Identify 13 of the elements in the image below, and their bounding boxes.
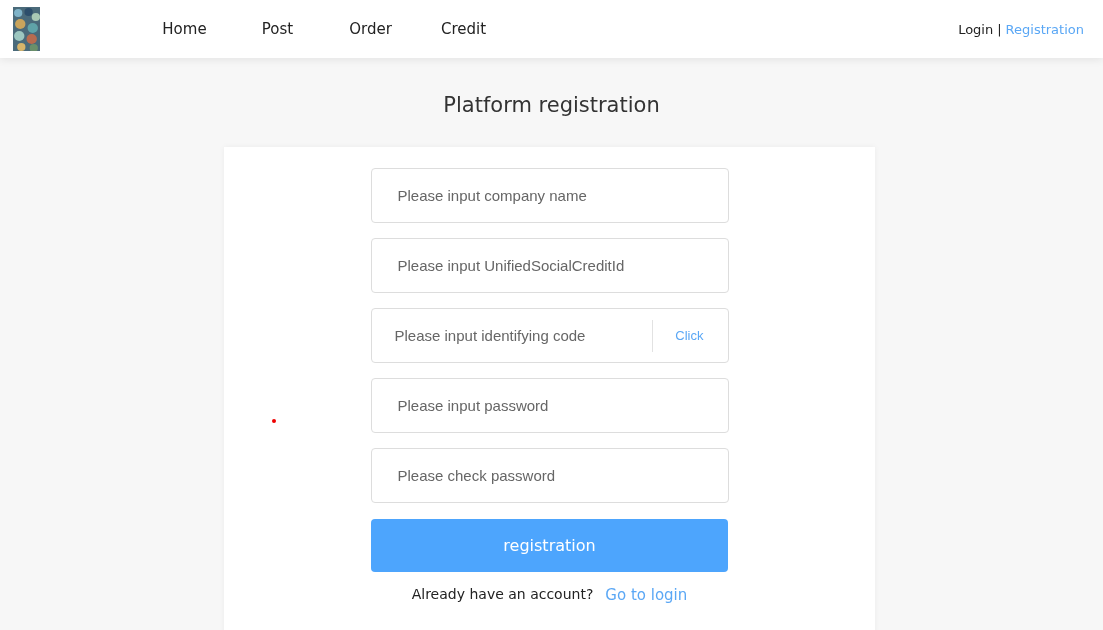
password-field[interactable]: Please input password xyxy=(370,378,729,433)
separator: | xyxy=(997,21,1002,37)
input-field[interactable]: Please input company name xyxy=(370,168,729,223)
dot-mark xyxy=(272,419,276,423)
nav-link[interactable]: Post xyxy=(231,20,324,38)
nav-link[interactable]: Credit xyxy=(417,20,510,38)
auth-link[interactable]: Login xyxy=(958,21,994,37)
account-prompt: Already have an account? xyxy=(411,586,594,604)
password-field[interactable]: Please check password xyxy=(370,448,729,503)
nav-link[interactable]: Home xyxy=(138,20,231,38)
page-title: Platform registration xyxy=(442,92,661,119)
input-field[interactable]: Please input UnifiedSocialCreditId xyxy=(370,238,729,293)
nav-link[interactable]: Order xyxy=(324,20,417,38)
